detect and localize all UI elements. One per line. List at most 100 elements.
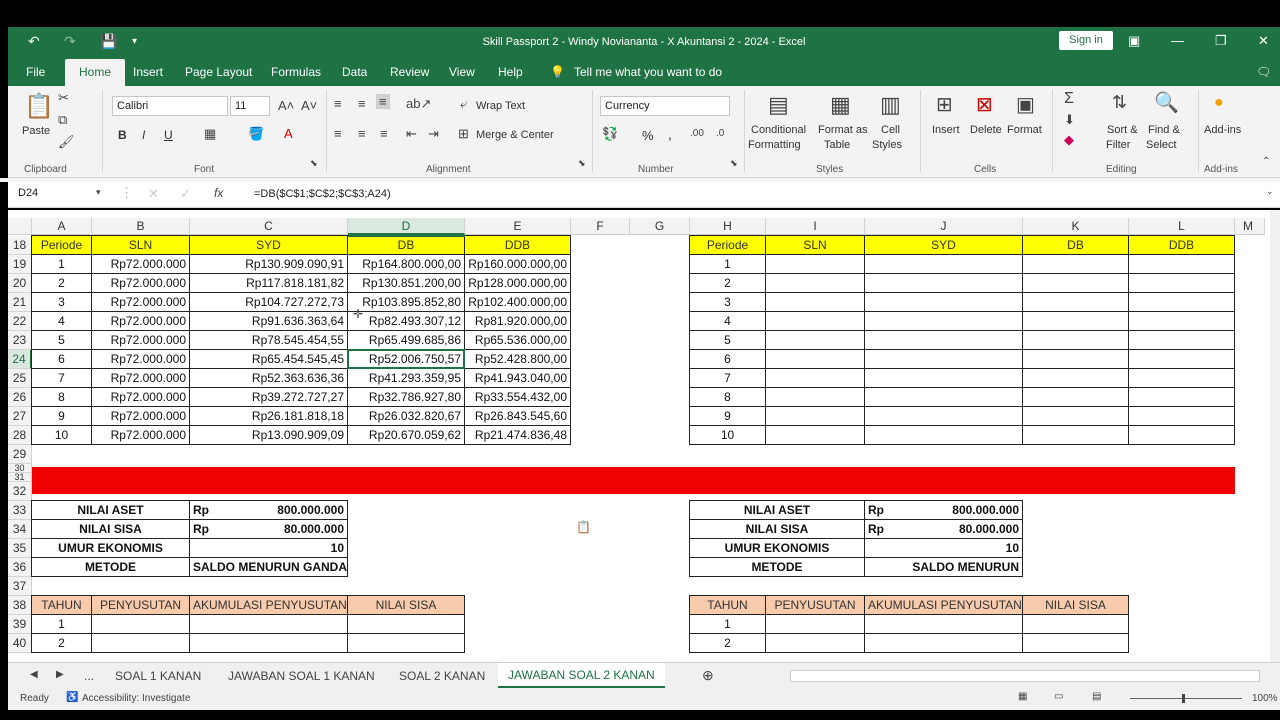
align-left-icon[interactable]: ≡: [334, 126, 342, 141]
row-header-24[interactable]: 24: [8, 350, 32, 369]
row-header-20[interactable]: 20: [8, 274, 32, 293]
cell-b26[interactable]: Rp72.000.000: [92, 388, 190, 407]
cell-e24[interactable]: Rp52.428.800,00: [465, 350, 571, 369]
cell-b21[interactable]: Rp72.000.000: [92, 293, 190, 312]
cell-h19[interactable]: 1: [690, 255, 766, 274]
cell-dep-right-j39[interactable]: [865, 615, 1023, 634]
cell-b23[interactable]: Rp72.000.000: [92, 331, 190, 350]
addins-button[interactable]: Add-ins: [1204, 124, 1241, 136]
tell-me-search[interactable]: Tell me what you want to do: [574, 65, 722, 79]
column-header-a[interactable]: A: [32, 218, 92, 235]
tab-review[interactable]: Review: [390, 65, 429, 79]
dep-right-header-j[interactable]: AKUMULASI PENYUSUTAN: [865, 596, 1023, 615]
cell-b25[interactable]: Rp72.000.000: [92, 369, 190, 388]
cell-a28[interactable]: 10: [32, 426, 92, 445]
font-launcher-icon[interactable]: ⬊: [310, 158, 318, 169]
comments-icon[interactable]: 🗨: [1256, 65, 1271, 79]
bold-button[interactable]: B: [118, 128, 127, 142]
collapse-ribbon-icon[interactable]: ⌃: [1262, 156, 1270, 167]
zoom-level[interactable]: 100%: [1252, 693, 1278, 704]
formula-input[interactable]: =DB($C$1;$C$2;$C$3;A24): [254, 188, 391, 200]
restore-icon[interactable]: ❐: [1215, 33, 1227, 49]
cell-e27[interactable]: Rp26.843.545,60: [465, 407, 571, 426]
row-header-23[interactable]: 23: [8, 331, 32, 350]
column-header-i[interactable]: I: [766, 218, 865, 235]
cell-k27[interactable]: [1023, 407, 1129, 426]
row-header-36[interactable]: 36: [8, 558, 32, 577]
cell-l24[interactable]: [1129, 350, 1235, 369]
dep-right-header-i[interactable]: PENYUSUTAN: [766, 596, 865, 615]
accounting-format-icon[interactable]: 💱: [602, 126, 618, 142]
info-right-value-1[interactable]: 80.000.000: [905, 520, 1023, 539]
decrease-decimal-icon[interactable]: .0: [716, 128, 724, 139]
cell-l23[interactable]: [1129, 331, 1235, 350]
delete-cells-button[interactable]: Delete: [970, 124, 1002, 136]
cell-k19[interactable]: [1023, 255, 1129, 274]
dep-left-header-d[interactable]: NILAI SISA: [348, 596, 465, 615]
minimize-icon[interactable]: —: [1171, 33, 1184, 48]
next-sheet-icon[interactable]: ▶: [56, 669, 64, 680]
prev-sheet-icon[interactable]: ◀: [30, 669, 38, 680]
format-as-table-button[interactable]: Format as: [818, 124, 868, 136]
underline-button[interactable]: U: [164, 128, 173, 142]
row-header-38[interactable]: 38: [8, 596, 32, 615]
cell-j27[interactable]: [865, 407, 1023, 426]
table2-header-l[interactable]: DDB: [1129, 236, 1235, 255]
cell-d28[interactable]: Rp20.670.059,62: [348, 426, 465, 445]
conditional-formatting-label-2[interactable]: Formatting: [748, 139, 801, 151]
row-header-25[interactable]: 25: [8, 369, 32, 388]
cell-c23[interactable]: Rp78.545.454,55: [190, 331, 348, 350]
cell-c22[interactable]: Rp91.636.363,64: [190, 312, 348, 331]
cell-a25[interactable]: 7: [32, 369, 92, 388]
cell-i24[interactable]: [766, 350, 865, 369]
cell-a24[interactable]: 6: [32, 350, 92, 369]
cell-e26[interactable]: Rp33.554.432,00: [465, 388, 571, 407]
worksheet-grid[interactable]: ABCDEFGHIJKLM 18 19 20 21 22 23 24 25 26 27 28 29 30…: [8, 210, 1270, 662]
font-size-select[interactable]: 11: [230, 96, 270, 116]
cell-c19[interactable]: Rp130.909.090,91: [190, 255, 348, 274]
cell-d22[interactable]: Rp82.493.307,12: [348, 312, 465, 331]
font-name-select[interactable]: Calibri: [112, 96, 228, 116]
cell-l27[interactable]: [1129, 407, 1235, 426]
delete-cells-icon[interactable]: ⊠: [976, 92, 993, 117]
row-header-29[interactable]: 29: [8, 445, 32, 464]
cell-k26[interactable]: [1023, 388, 1129, 407]
cell-k20[interactable]: [1023, 274, 1129, 293]
tab-file[interactable]: File: [26, 65, 45, 79]
horizontal-scrollbar[interactable]: [790, 670, 1260, 682]
dep-right-header-k[interactable]: NILAI SISA: [1023, 596, 1129, 615]
page-layout-view-icon[interactable]: ▭: [1054, 691, 1063, 702]
cell-j21[interactable]: [865, 293, 1023, 312]
alignment-launcher-icon[interactable]: ⬊: [578, 158, 586, 169]
cell-c28[interactable]: Rp13.090.909,09: [190, 426, 348, 445]
cell-j24[interactable]: [865, 350, 1023, 369]
cell-dep-right-i40[interactable]: [766, 634, 865, 653]
merge-center-icon[interactable]: ⊞: [458, 126, 469, 142]
find-select-icon[interactable]: 🔍: [1154, 90, 1179, 115]
row-header-19[interactable]: 19: [8, 255, 32, 274]
align-bottom-icon[interactable]: ≡: [376, 94, 390, 109]
column-header-m[interactable]: M: [1235, 218, 1265, 235]
sign-in-button[interactable]: Sign in: [1059, 31, 1113, 50]
cell-b22[interactable]: Rp72.000.000: [92, 312, 190, 331]
row-header-37[interactable]: 37: [8, 577, 32, 596]
cell-b39[interactable]: [92, 615, 190, 634]
cell-d25[interactable]: Rp41.293.359,95: [348, 369, 465, 388]
cell-styles-label-2[interactable]: Styles: [872, 139, 902, 151]
row-header-22[interactable]: 22: [8, 312, 32, 331]
cell-c20[interactable]: Rp117.818.181,82: [190, 274, 348, 293]
dep-left-header-c[interactable]: AKUMULASI PENYUSUTAN: [190, 596, 348, 615]
cell-e22[interactable]: Rp81.920.000,00: [465, 312, 571, 331]
merge-center-button[interactable]: Merge & Center: [476, 129, 554, 141]
orientation-icon[interactable]: ab↗: [406, 96, 431, 112]
cell-a39[interactable]: 1: [32, 615, 92, 634]
row-header-34[interactable]: 34: [8, 520, 32, 539]
sheet-tab-jawaban-soal-2-kanan[interactable]: JAWABAN SOAL 2 KANAN: [498, 663, 665, 689]
font-color-icon[interactable]: A: [284, 126, 293, 141]
find-select-button[interactable]: Find &: [1148, 124, 1180, 136]
format-as-table-icon[interactable]: ▦: [830, 92, 851, 118]
cell-e25[interactable]: Rp41.943.040,00: [465, 369, 571, 388]
fill-icon[interactable]: ⬇: [1064, 112, 1075, 128]
row-header-26[interactable]: 26: [8, 388, 32, 407]
sheet-tab-jawaban-soal-1-kanan[interactable]: JAWABAN SOAL 1 KANAN: [228, 669, 375, 683]
